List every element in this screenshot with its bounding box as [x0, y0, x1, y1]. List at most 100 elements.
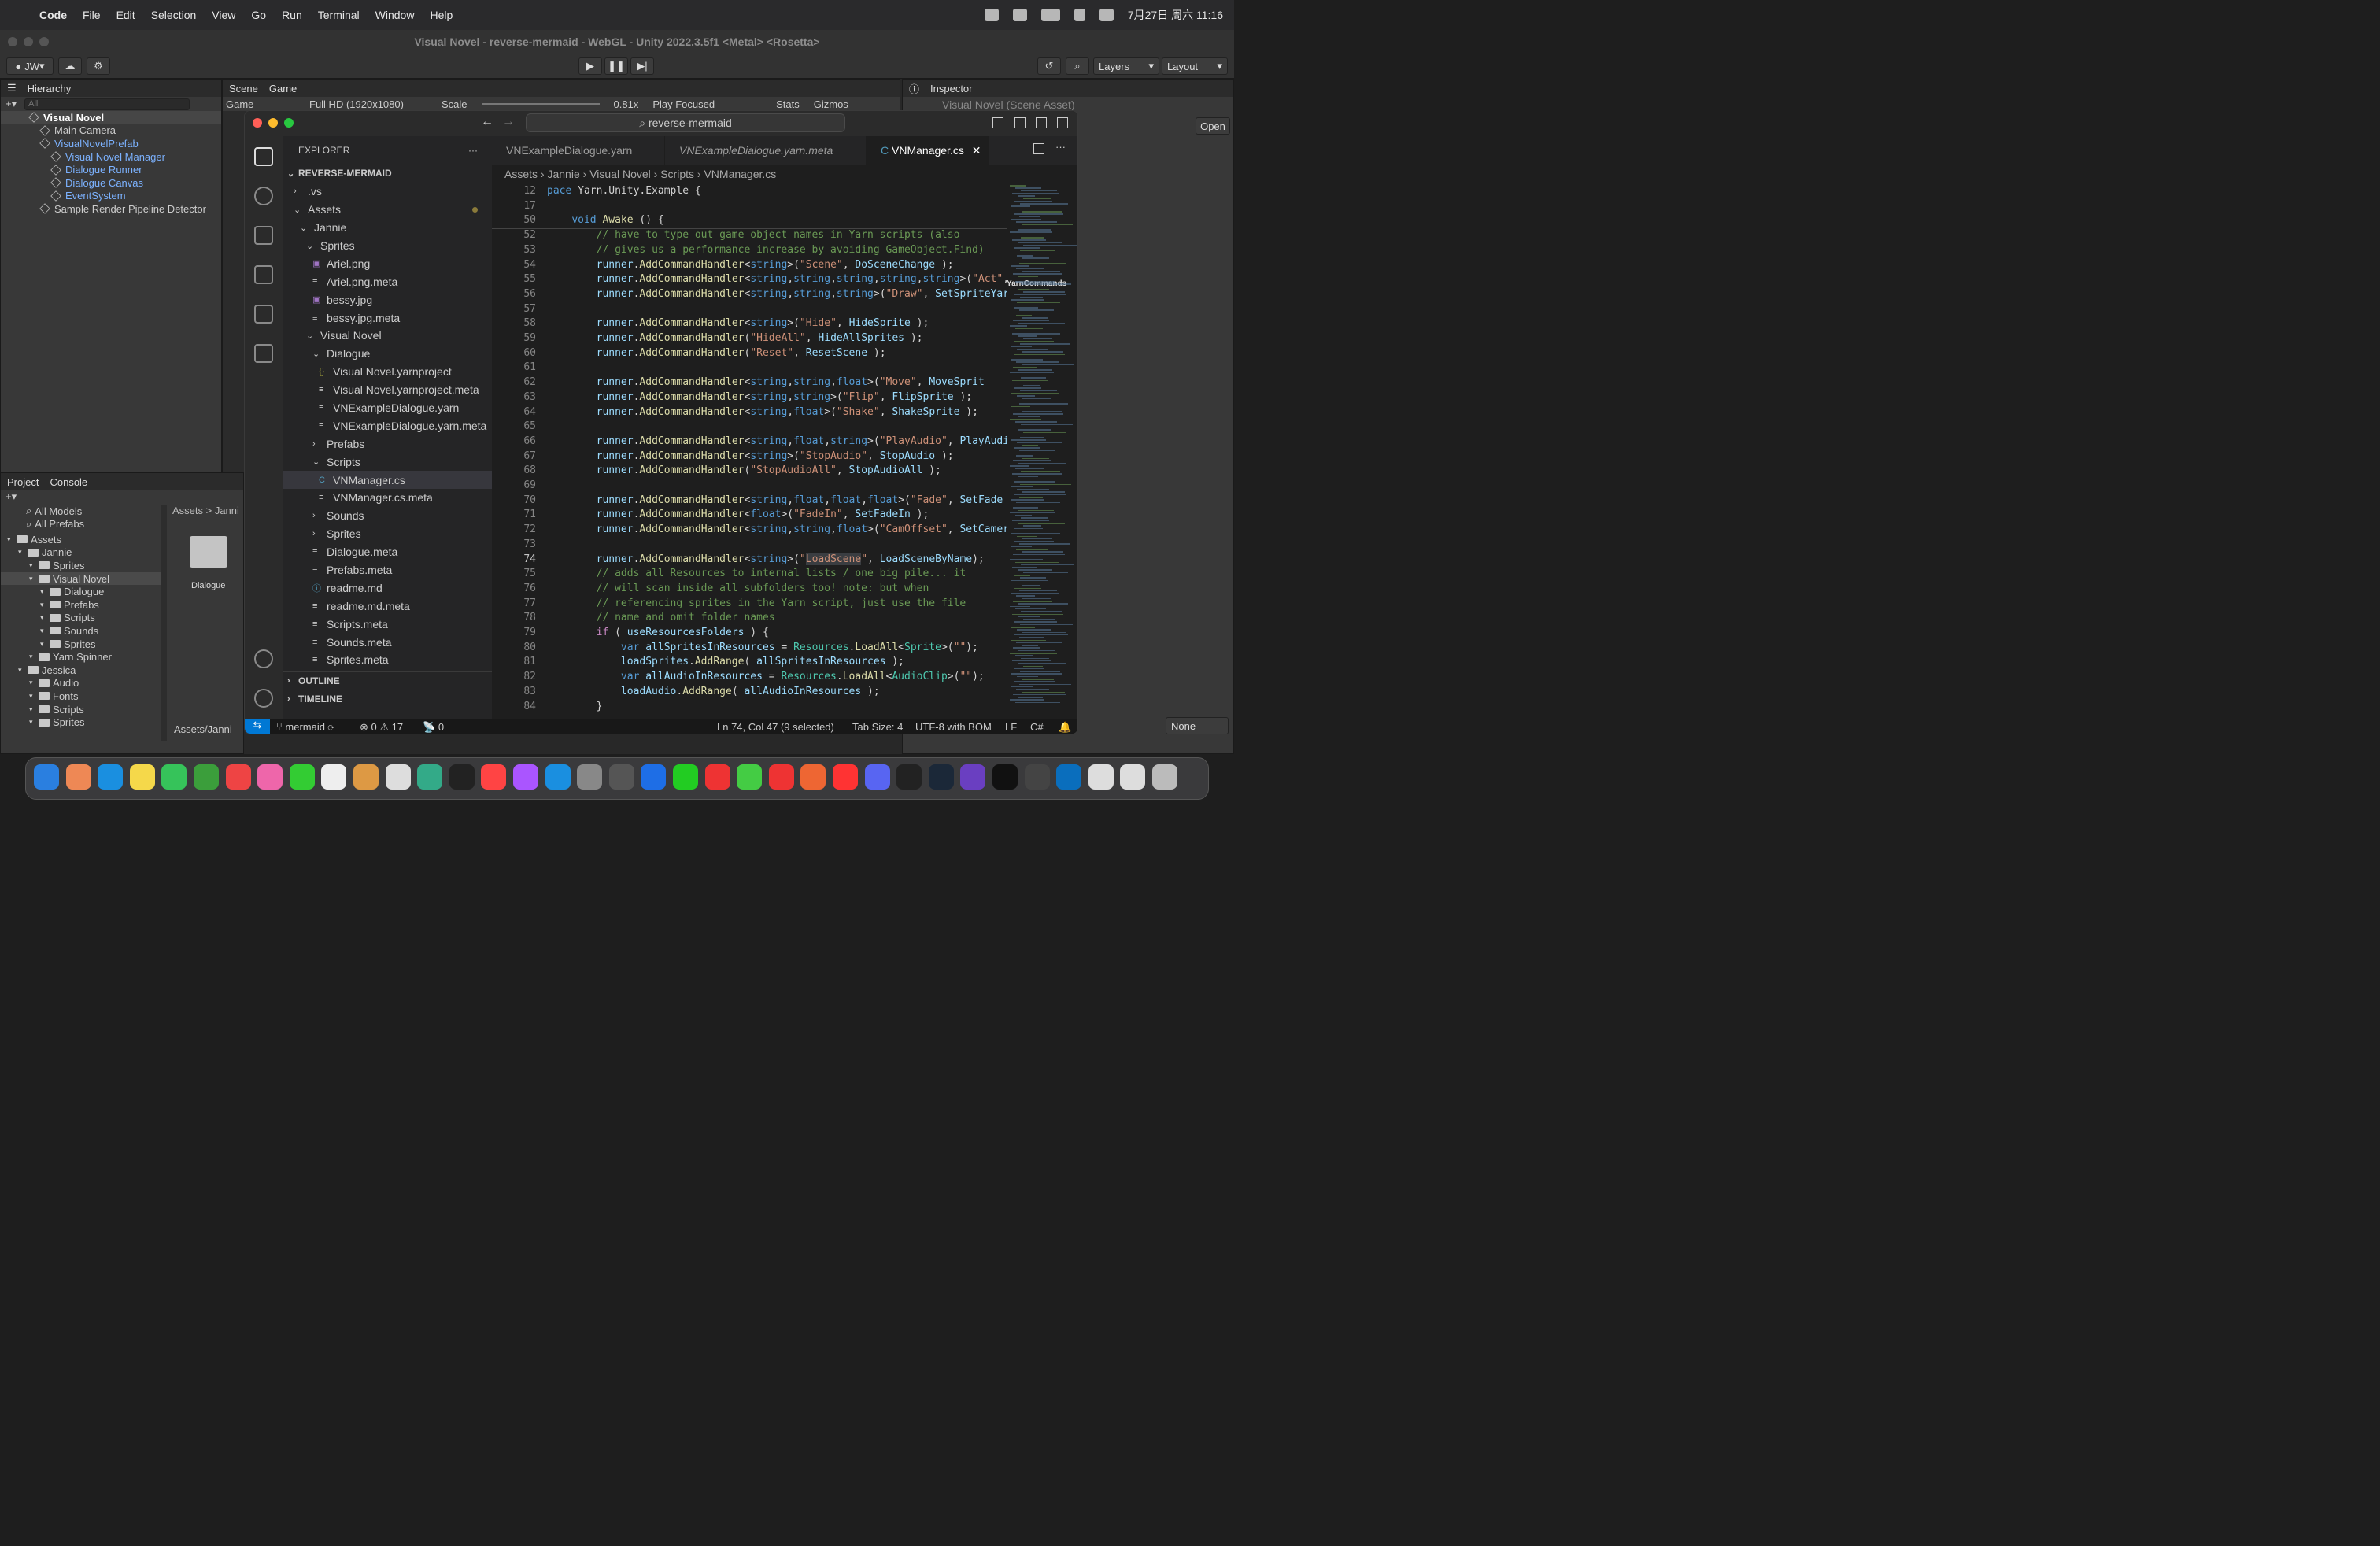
code-line[interactable]: runner.AddCommandHandler<string,float,st…	[547, 435, 1007, 447]
code-line[interactable]: // gives us a performance increase by av…	[547, 244, 985, 256]
dock-app-icon[interactable]	[449, 764, 475, 790]
code-line[interactable]: runner.AddCommandHandler<string,float>("…	[547, 406, 978, 418]
explorer-item[interactable]: ≡ Dialogue.meta	[283, 543, 492, 561]
dock-app-icon[interactable]	[577, 764, 603, 790]
add-icon[interactable]: +▾	[6, 98, 17, 110]
code-line[interactable]: // have to type out game object names in…	[547, 229, 960, 241]
breadcrumb-item[interactable]: VNManager.cs	[704, 168, 776, 180]
settings-icon[interactable]: ⚙	[87, 57, 110, 75]
code-line[interactable]: runner.AddCommandHandler<string>("Hide",…	[547, 317, 929, 329]
explorer-item[interactable]: ⓘ readme.md	[283, 579, 492, 597]
remote-indicator-icon[interactable]: ⇆	[245, 719, 270, 734]
split-editor-icon[interactable]	[1033, 143, 1044, 154]
dock-app-icon[interactable]	[992, 764, 1018, 790]
code-line[interactable]: // name and omit folder names	[547, 612, 775, 623]
scale-slider[interactable]	[481, 103, 600, 105]
code-line[interactable]: runner.AddCommandHandler<string,string,f…	[547, 376, 985, 388]
code-line[interactable]: runner.AddCommandHandler("StopAudioAll",…	[547, 464, 941, 476]
explorer-item[interactable]: ⌄ Visual Novel	[283, 327, 492, 345]
dock-app-icon[interactable]	[928, 764, 954, 790]
explorer-item[interactable]: ▣ Ariel.png	[283, 254, 492, 272]
toggle-secondary-sidebar-icon[interactable]	[1036, 117, 1047, 128]
hierarchy-tab[interactable]: ☰ Hierarchy	[1, 80, 221, 97]
dock-app-icon[interactable]	[833, 764, 858, 790]
explorer-item[interactable]: ≡Visual Novel.unity	[283, 669, 492, 671]
scene-root[interactable]: Visual Novel	[1, 111, 221, 124]
dock-app-icon[interactable]	[225, 764, 251, 790]
explorer-item[interactable]: ≡ Sounds.meta	[283, 633, 492, 651]
explorer-item[interactable]: ≡ readme.md.meta	[283, 597, 492, 615]
zoom-button[interactable]	[39, 37, 49, 46]
project-folder[interactable]: ▾ Assets	[1, 533, 162, 546]
close-button[interactable]	[253, 118, 262, 128]
code-line[interactable]: runner.AddCommandHandler<string>("LoadSc…	[547, 553, 985, 565]
dock-app-icon[interactable]	[385, 764, 411, 790]
explorer-item[interactable]: › Sprites	[283, 525, 492, 543]
explorer-item[interactable]: ≡ Prefabs.meta	[283, 561, 492, 579]
project-folder[interactable]: ▾ Sounds	[1, 624, 162, 638]
code-line[interactable]: runner.AddCommandHandler<string,string,s…	[547, 288, 1007, 300]
explorer-item[interactable]: ≡ VNExampleDialogue.yarn.meta	[283, 416, 492, 435]
dock-app-icon[interactable]	[481, 764, 507, 790]
menu-terminal[interactable]: Terminal	[318, 9, 360, 21]
breadcrumb-item[interactable]: Jannie	[547, 168, 579, 180]
minimize-button[interactable]	[24, 37, 33, 46]
project-folder[interactable]: ▾ Sprites	[1, 716, 162, 729]
code-line[interactable]: pace Yarn.Unity.Example {	[547, 185, 701, 197]
project-folder[interactable]: ▾ Prefabs	[1, 598, 162, 612]
menu-selection[interactable]: Selection	[151, 9, 197, 21]
app-menu[interactable]: Code	[39, 9, 67, 21]
explorer-item[interactable]: ⌄ Scripts	[283, 453, 492, 471]
tab-console[interactable]: Console	[50, 476, 87, 488]
dock-app-icon[interactable]	[98, 764, 124, 790]
workspace-root[interactable]: ⌄ REVERSE-MERMAID	[283, 165, 492, 183]
dock-app-icon[interactable]	[896, 764, 922, 790]
branch-status[interactable]: ⑂ mermaid ⟳	[276, 721, 334, 733]
hierarchy-item[interactable]: Dialogue Canvas	[1, 176, 221, 190]
code-line[interactable]: // will scan inside all subfolders too! …	[547, 583, 929, 594]
hierarchy-item[interactable]: Visual Novel Manager	[1, 150, 221, 164]
run-debug-icon[interactable]	[254, 265, 273, 284]
dock-app-icon[interactable]	[417, 764, 443, 790]
dock-app-icon[interactable]	[545, 764, 571, 790]
source-control-icon[interactable]	[254, 226, 273, 245]
hierarchy-item[interactable]: Sample Render Pipeline Detector	[1, 202, 221, 216]
code-line[interactable]: void Awake () {	[547, 214, 663, 226]
dock-app-icon[interactable]	[1024, 764, 1050, 790]
explorer-item[interactable]: ≡ Sprites.meta	[283, 651, 492, 669]
more-actions-icon[interactable]: ···	[1055, 141, 1066, 153]
code-line[interactable]: runner.AddCommandHandler("HideAll", Hide…	[547, 332, 923, 344]
cloud-icon[interactable]: ☁	[58, 57, 82, 75]
dock-app-icon[interactable]	[704, 764, 730, 790]
project-folder[interactable]: ▾ Scripts	[1, 703, 162, 716]
dock-app-icon[interactable]	[673, 764, 698, 790]
search-icon[interactable]	[254, 187, 273, 205]
remote-explorer-icon[interactable]	[254, 344, 273, 363]
explorer-icon[interactable]	[254, 147, 273, 166]
toggle-sidebar-icon[interactable]	[992, 117, 1003, 128]
search-icon[interactable]	[1074, 9, 1085, 21]
stats-button[interactable]: Stats	[776, 98, 800, 110]
project-folder[interactable]: ▾ Visual Novel	[1, 571, 162, 586]
encoding[interactable]: UTF-8 with BOM	[915, 721, 992, 733]
menu-go[interactable]: Go	[251, 9, 266, 21]
favorite-item[interactable]: ⌕ All Prefabs	[1, 518, 162, 531]
dock-app-icon[interactable]	[1088, 764, 1114, 790]
dock-app-icon[interactable]	[289, 764, 315, 790]
project-folder[interactable]: ▾ Scripts	[1, 612, 162, 625]
eol[interactable]: LF	[1005, 721, 1017, 733]
dock-app-icon[interactable]	[513, 764, 538, 790]
code-line[interactable]: // adds all Resources to internal lists …	[547, 568, 966, 579]
dock-app-icon[interactable]	[321, 764, 347, 790]
pause-button[interactable]: ❚❚	[604, 57, 628, 75]
dock-app-icon[interactable]	[34, 764, 59, 790]
control-center-icon[interactable]	[1099, 9, 1114, 21]
code-editor[interactable]: 12 pace Yarn.Unity.Example {17 50 void Awa…	[492, 185, 1007, 719]
menu-window[interactable]: Window	[375, 9, 415, 21]
explorer-item[interactable]: ⌄ Sprites	[283, 237, 492, 255]
dock-app-icon[interactable]	[1152, 764, 1177, 790]
dock-app-icon[interactable]	[960, 764, 986, 790]
toggle-panel-icon[interactable]	[1014, 117, 1026, 128]
unity-tray-icon[interactable]	[984, 9, 999, 21]
code-line[interactable]: loadAudio.AddRange( allAudioInResources …	[547, 686, 880, 697]
